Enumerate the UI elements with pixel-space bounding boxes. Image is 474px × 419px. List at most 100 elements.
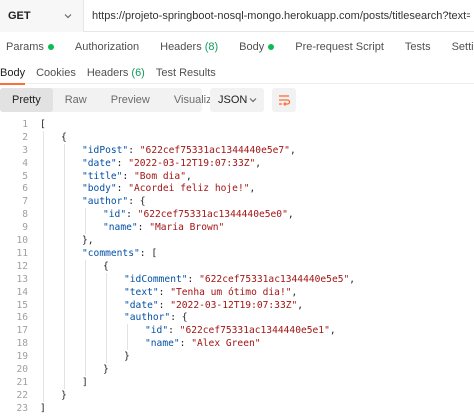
json-string: "Alex Green" (191, 338, 261, 350)
json-punctuation: , (349, 273, 356, 285)
wrap-lines-button[interactable] (272, 88, 296, 112)
view-preview-button[interactable]: Preview (99, 88, 162, 112)
code-text: } (124, 351, 130, 362)
tab-pre-request-script[interactable]: Pre-request Script (289, 41, 384, 53)
line-number: 18 (16, 338, 28, 350)
json-punctuation: : (187, 273, 200, 285)
json-punctuation: ] (82, 376, 88, 388)
tab-headers-label: Headers (160, 41, 202, 53)
line-number: 23 (16, 402, 28, 414)
response-tab-headers-label: Headers (86, 66, 129, 79)
view-mode-switch: Pretty Raw Preview Visualize (0, 88, 218, 112)
code-text: ] (40, 403, 46, 414)
code-text: "title": "Bom dia", (82, 171, 192, 182)
code-line: 12 { (0, 260, 474, 273)
code-text: "author": { (82, 196, 146, 207)
code-line: 2{ (0, 131, 474, 144)
json-punctuation: } (103, 364, 109, 376)
code-text: "id": "622cef75331ac1344440e5e0", (103, 209, 294, 220)
response-body-viewer: 1[2{3 "idPost": "622cef75331ac1344440e5e7… (0, 118, 474, 419)
json-punctuation: : (158, 286, 171, 298)
json-key: "comments" (82, 247, 140, 259)
code-line: 21] (0, 376, 474, 389)
json-key: "date" (82, 157, 117, 169)
indent-guide (64, 143, 65, 389)
format-select[interactable]: JSON (210, 88, 264, 112)
code-text: "idPost": "622cef75331ac1344440e5e7", (82, 145, 296, 156)
tab-tests[interactable]: Tests (399, 41, 431, 53)
tab-headers[interactable]: Headers (8) (154, 41, 218, 53)
line-number: 19 (16, 351, 28, 363)
chevron-down-icon (249, 98, 257, 103)
json-punctuation: : { (170, 312, 188, 324)
json-punctuation: { (103, 260, 109, 272)
response-tab-cookies-label: Cookies (36, 66, 76, 79)
url-input[interactable]: https://projeto-springboot-nosql-mongo.h… (84, 10, 470, 22)
json-string: "Bom dia" (134, 170, 186, 182)
code-line: 4 "date": "2022-03-12T19:07:33Z", (0, 157, 474, 170)
json-punctuation: }, (82, 235, 94, 247)
code-text: "text": "Tenha um ótimo dia!", (124, 287, 297, 298)
line-number: 3 (22, 144, 28, 156)
tab-pre-request-label: Pre-request Script (295, 41, 384, 53)
tab-authorization[interactable]: Authorization (69, 41, 139, 53)
body-status-dot (268, 44, 275, 50)
json-punctuation: : (158, 299, 171, 311)
json-punctuation: , (291, 286, 298, 298)
json-string: "622cef75331ac1344440e5e1" (179, 325, 330, 337)
json-string: "2022-03-12T19:07:33Z" (128, 157, 256, 169)
line-number: 7 (22, 196, 28, 208)
line-number: 11 (16, 247, 28, 259)
response-tab-test-results[interactable]: Test Results (156, 62, 216, 84)
code-line: 9 "name": "Maria Brown" (0, 221, 474, 234)
method-label: GET (8, 9, 31, 22)
code-text: "comments": [ (82, 248, 157, 259)
line-number: 6 (22, 183, 28, 195)
code-line: 7 "author": { (0, 195, 474, 208)
json-punctuation: , (255, 157, 262, 169)
tab-params-label: Params (6, 41, 44, 53)
line-number: 21 (16, 376, 28, 388)
code-line: 14 "text": "Tenha um ótimo dia!", (0, 286, 474, 299)
json-punctuation: , (289, 144, 296, 156)
response-tab-body[interactable]: Body (0, 62, 26, 85)
response-tab-body-label: Body (0, 66, 26, 79)
line-number: 8 (22, 209, 28, 221)
line-number: 17 (16, 325, 28, 337)
tab-body[interactable]: Body (233, 41, 275, 53)
tab-params[interactable]: Params (0, 41, 54, 53)
json-key: "author" (124, 312, 171, 324)
json-key: "author" (82, 196, 129, 208)
json-punctuation: : [ (139, 247, 158, 259)
json-punctuation: : (122, 170, 134, 182)
line-number: 15 (16, 299, 28, 311)
json-punctuation: : (116, 157, 129, 169)
json-string: "Acordei feliz hoje!" (128, 183, 250, 195)
view-pretty-button[interactable]: Pretty (0, 88, 53, 112)
indent-guide (85, 259, 86, 376)
code-line: 15 "date": "2022-03-12T19:07:33Z", (0, 299, 474, 312)
code-text: "name": "Maria Brown" (103, 222, 224, 233)
code-line: 5 "title": "Bom dia", (0, 170, 474, 183)
code-text: "id": "622cef75331ac1344440e5e1", (145, 325, 336, 336)
line-number: 20 (16, 364, 28, 376)
json-punctuation: , (329, 325, 336, 337)
response-tab-headers[interactable]: Headers (6) (87, 62, 145, 84)
response-tab-cookies[interactable]: Cookies (36, 62, 76, 84)
json-punctuation: : (137, 222, 150, 234)
json-key: "name" (103, 222, 138, 234)
json-string: "622cef75331ac1344440e5e7" (139, 144, 290, 156)
code-text: }, (82, 235, 94, 246)
tab-body-label: Body (239, 41, 265, 53)
json-key: "idPost" (82, 144, 129, 156)
method-select[interactable]: GET (0, 0, 84, 32)
code-line: 17 "id": "622cef75331ac1344440e5e1", (0, 324, 474, 337)
json-key: "id" (145, 325, 169, 337)
json-punctuation: } (124, 351, 130, 363)
json-string: "2022-03-12T19:07:33Z" (170, 299, 298, 311)
tab-settings[interactable]: Settings (446, 41, 474, 53)
line-number: 4 (22, 157, 28, 169)
params-status-dot (47, 44, 54, 50)
code-text: "date": "2022-03-12T19:07:33Z", (124, 300, 303, 311)
view-raw-button[interactable]: Raw (53, 88, 99, 112)
